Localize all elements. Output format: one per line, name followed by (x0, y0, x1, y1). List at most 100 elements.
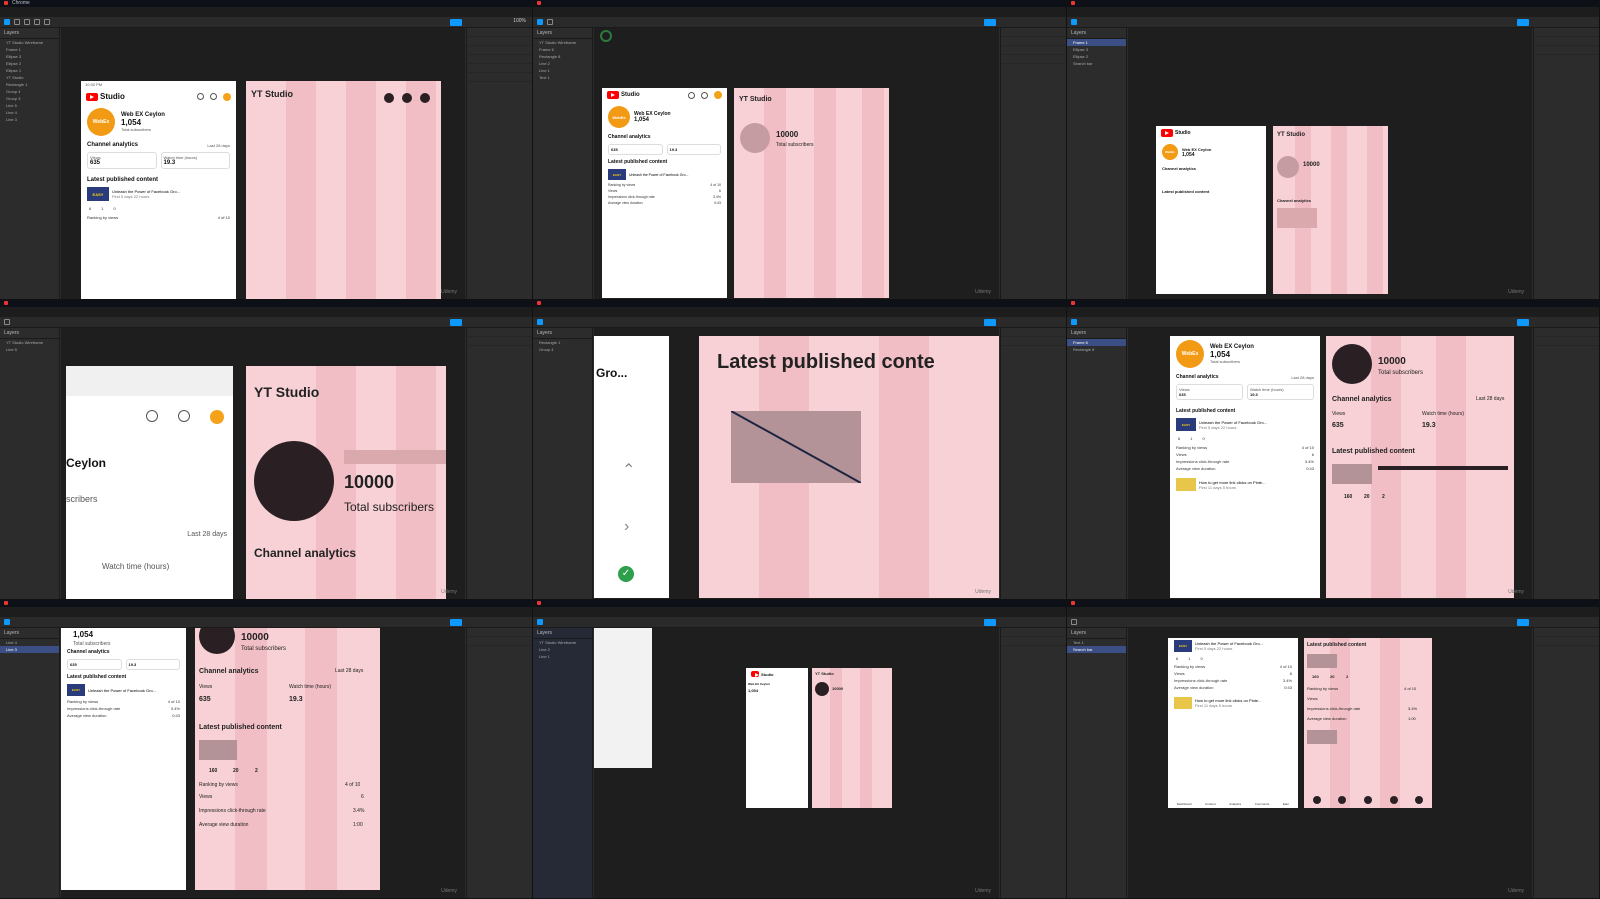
layer-item[interactable]: Line 2 (533, 60, 592, 67)
video-thumbnail[interactable]: EASY (1174, 640, 1192, 652)
layer-item[interactable]: Line 3 (0, 646, 59, 653)
layers-tab[interactable]: Layers (1067, 28, 1126, 39)
wire-nav-icon[interactable] (1363, 796, 1372, 804)
video-thumbnail[interactable]: EASY (87, 187, 109, 201)
layer-item[interactable]: Line 1 (533, 67, 592, 74)
share-button[interactable] (450, 19, 462, 26)
share-button[interactable] (450, 619, 462, 626)
layers-tab[interactable]: Layers (0, 28, 59, 39)
layer-item[interactable]: Frame 6 (533, 46, 592, 53)
bell-icon[interactable] (178, 410, 190, 422)
canvas[interactable]: 1,054 Total subscribers Channel analytic… (61, 628, 465, 898)
canvas[interactable]: WebEx Web EX Ceylon 1,054 Total subscribers… (1128, 328, 1532, 599)
move-tool-icon[interactable] (4, 619, 10, 625)
add-icon[interactable] (688, 91, 695, 99)
wire-thumbnail[interactable] (730, 410, 862, 484)
layer-item[interactable]: YT Studio Wireframe (533, 639, 592, 646)
video-thumbnail[interactable]: EASY (67, 684, 85, 696)
video2-thumbnail[interactable] (1174, 697, 1192, 709)
design-row[interactable] (467, 46, 532, 55)
layer-item[interactable]: Frame 1 (0, 46, 59, 53)
layer-item[interactable]: Rectangle 8 (1067, 346, 1126, 353)
layers-tab[interactable]: Layers (533, 628, 592, 639)
wire-nav-icon[interactable] (1415, 796, 1424, 804)
video-thumbnail[interactable]: EASY (1176, 418, 1196, 431)
watch-card[interactable]: Watch time (hours) 19.3 (160, 152, 230, 169)
avatar[interactable] (210, 410, 224, 424)
layer-item[interactable]: YT Studio Wireframe (0, 39, 59, 46)
canvas[interactable]: EASY Unleash the Power of Facebook Gro...… (1128, 628, 1532, 898)
share-button[interactable] (450, 319, 462, 326)
share-button[interactable] (984, 319, 996, 326)
frame-tool-icon[interactable] (14, 19, 20, 25)
layer-item[interactable]: Ellipse 3 (0, 53, 59, 60)
layer-item[interactable]: Line 5 (0, 346, 59, 353)
layer-item[interactable]: Group 3 (0, 95, 59, 102)
layer-item[interactable]: YT Studio Wireframe (533, 39, 592, 46)
move-tool-icon[interactable] (1071, 19, 1077, 25)
canvas[interactable]: Studio WebEx Web EX Ceylon 1,054 Channel a… (594, 28, 999, 299)
design-row[interactable] (467, 37, 532, 46)
move-tool-icon[interactable] (537, 19, 543, 25)
layer-item[interactable]: Rectangle 8 (533, 53, 592, 60)
avatar[interactable] (223, 92, 231, 101)
layer-item[interactable]: YT Studio Wireframe (0, 339, 59, 346)
layer-item[interactable]: Rectangle 1 (533, 339, 592, 346)
layer-item[interactable]: YT Studio (0, 74, 59, 81)
wire-nav-icon[interactable] (1389, 796, 1398, 804)
layers-tab[interactable]: Layers (1067, 328, 1126, 339)
video-thumbnail[interactable]: EASY (608, 169, 626, 180)
design-row[interactable] (467, 28, 532, 37)
layers-tab[interactable]: Layers (533, 28, 592, 39)
layer-item[interactable]: Line 5 (0, 102, 59, 109)
layer-item[interactable]: Ellipse 3 (1067, 46, 1126, 53)
design-row[interactable] (467, 55, 532, 64)
layer-item[interactable]: Line 4 (0, 639, 59, 646)
layer-item[interactable]: Line 4 (0, 109, 59, 116)
layers-tab[interactable]: Layers (533, 328, 592, 339)
wire-avatar[interactable] (254, 441, 334, 521)
canvas[interactable]: 10:30 PM Studio WebEx Web EX Ceylon 1,054… (61, 28, 465, 299)
layer-item[interactable]: Text 1 (533, 74, 592, 81)
layer-item[interactable]: Ellipse 2 (1067, 53, 1126, 60)
design-row[interactable] (467, 64, 532, 73)
move-tool-icon[interactable] (4, 319, 10, 325)
nav-analytics[interactable]: Analytics (1229, 802, 1241, 806)
video-title[interactable]: Unleash the Power of Facebook Gro... (1199, 420, 1267, 425)
add-icon[interactable] (146, 410, 158, 422)
layer-item[interactable]: Group 4 (0, 88, 59, 95)
add-icon[interactable] (197, 93, 204, 100)
layer-item[interactable]: Group 4 (533, 346, 592, 353)
share-button[interactable] (1517, 619, 1529, 626)
layers-tab[interactable]: Layers (1067, 628, 1126, 639)
chevron-right-icon[interactable]: › (624, 518, 629, 536)
layer-item[interactable]: Line 2 (533, 646, 592, 653)
share-button[interactable] (1517, 319, 1529, 326)
layers-tab[interactable]: Layers (0, 328, 59, 339)
move-tool-icon[interactable] (537, 619, 543, 625)
wire-nav-icon[interactable] (1338, 796, 1347, 804)
layer-item[interactable]: Ellipse 2 (0, 60, 59, 67)
layer-item[interactable]: Text 1 (1067, 639, 1126, 646)
design-row[interactable] (467, 73, 532, 82)
share-button[interactable] (984, 619, 996, 626)
canvas[interactable]: Studio WebEx Web EX Ceylon 1,054 Channel a… (1128, 28, 1532, 299)
shape-tool-icon[interactable] (24, 19, 30, 25)
nav-dashboard[interactable]: Dashboard (1177, 802, 1192, 806)
layer-item[interactable]: Line 3 (0, 116, 59, 123)
video2-title[interactable]: How to get more link clicks on Pinte... (1199, 480, 1265, 485)
layer-item[interactable]: Frame 6 (1067, 339, 1126, 346)
canvas[interactable]: Ceylon scribers Last 28 days Watch time … (61, 328, 465, 599)
views-card[interactable]: Views 635 (87, 152, 157, 169)
canvas[interactable]: Studio Web EX Ceylon 1,054 YT Studio 100… (594, 628, 999, 898)
layer-item[interactable]: Frame 1 (1067, 39, 1126, 46)
layers-tab[interactable]: Layers (0, 628, 59, 639)
text-tool-icon[interactable] (44, 19, 50, 25)
nav-earn[interactable]: Earn (1283, 802, 1289, 806)
share-button[interactable] (984, 19, 996, 26)
move-tool-icon[interactable] (537, 319, 543, 325)
zoom-level[interactable]: 100% (513, 18, 526, 24)
wire-nav-icon[interactable] (1312, 796, 1321, 804)
canvas[interactable]: Gro... ⌃ › ✓ Latest published conte Udem… (594, 328, 999, 599)
avatar[interactable] (714, 91, 722, 99)
